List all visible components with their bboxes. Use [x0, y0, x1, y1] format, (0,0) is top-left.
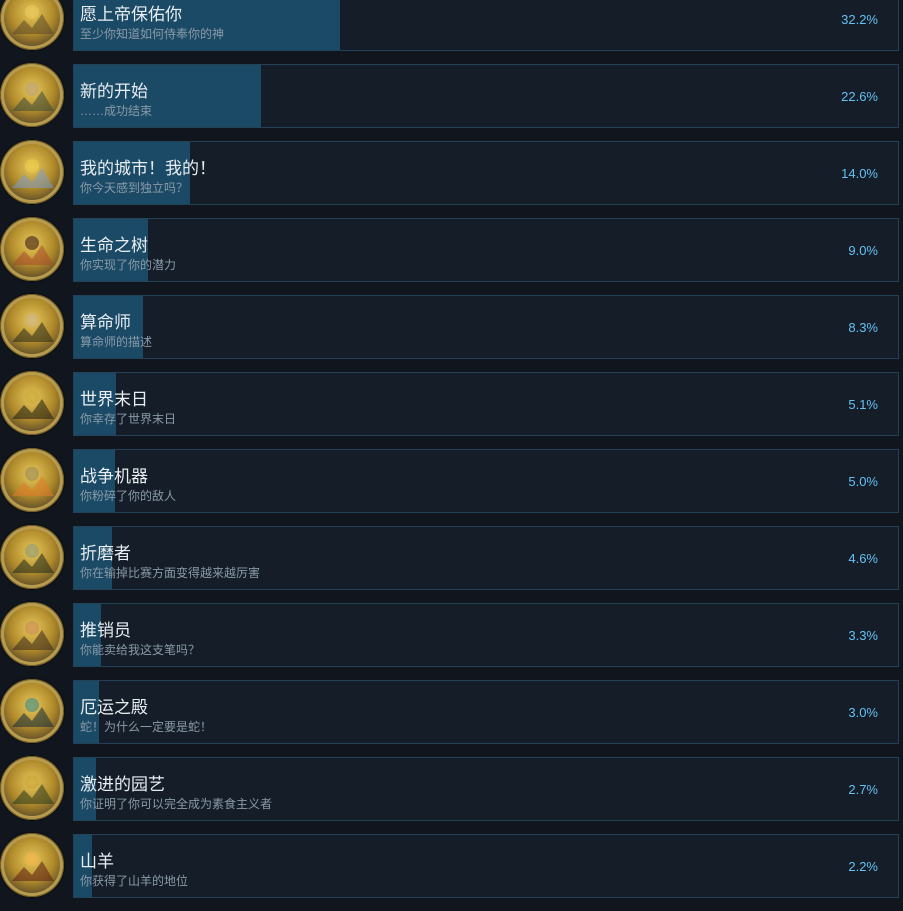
achievement-panel: 算命师算命师的描述 8.3% [73, 295, 899, 359]
achievement-panel: 山羊你获得了山羊的地位 2.2% [73, 834, 899, 898]
achievement-panel: 新的开始 ……成功结束 22.6% [73, 64, 899, 128]
achievement-description: 你粉碎了你的敌人 [80, 489, 177, 503]
golden-temple-icon [0, 0, 64, 50]
achievement-title: 我的城市！我的！ [80, 159, 216, 178]
tormentor-icon [0, 525, 64, 589]
achievement-description: 你实现了你的潜力 [80, 258, 177, 272]
achievement-title: 新的开始 [80, 82, 148, 101]
achievement-panel: 世界末日你幸存了世界末日 5.1% [73, 372, 899, 436]
achievement-title: 算命师 [80, 313, 131, 332]
achievement-row[interactable]: 折磨者你在输掉比赛方面变得越来越厉害 4.6% [0, 525, 903, 603]
achievement-row[interactable]: 世界末日你幸存了世界末日 5.1% [0, 371, 903, 449]
pyramid-icon [0, 63, 64, 127]
achievement-row[interactable]: 生命之树你实现了你的潜力 9.0% [0, 217, 903, 295]
goat-sun-icon [0, 833, 64, 897]
achievement-title: 激进的园艺 [80, 775, 165, 794]
achievement-row[interactable]: 山羊你获得了山羊的地位 2.2% [0, 833, 903, 911]
war-machine-icon [0, 448, 64, 512]
achievement-title: 战争机器 [80, 467, 148, 486]
unlock-percentage: 5.0% [848, 474, 878, 489]
achievement-row[interactable]: 算命师算命师的描述 8.3% [0, 294, 903, 372]
achievement-panel: 厄运之殿蛇！为什么一定要是蛇！ 3.0% [73, 680, 899, 744]
achievement-description: 你证明了你可以完全成为素食主义者 [80, 797, 273, 811]
unlock-percentage: 8.3% [848, 320, 878, 335]
achievement-panel: 激进的园艺你证明了你可以完全成为素食主义者 2.7% [73, 757, 899, 821]
achievement-title: 折磨者 [80, 544, 131, 563]
unlock-percentage: 32.2% [841, 12, 878, 27]
achievement-description: 至少你知道如何侍奉你的神 [80, 27, 225, 41]
achievement-title: 生命之树 [80, 236, 148, 255]
achievement-title: 推销员 [80, 621, 131, 640]
achievement-description: ……成功结束 [80, 104, 153, 118]
unlock-percentage: 4.6% [848, 551, 878, 566]
achievement-description: 你能卖给我这支笔吗？ [80, 643, 201, 657]
achievement-description: 算命师的描述 [80, 335, 153, 349]
fortune-teller-icon [0, 294, 64, 358]
temple-of-doom-icon [0, 679, 64, 743]
tree-of-life-icon [0, 217, 64, 281]
unlock-percentage: 3.0% [848, 705, 878, 720]
achievement-description: 你获得了山羊的地位 [80, 874, 189, 888]
achievement-title: 愿上帝保佑你 [80, 5, 182, 24]
achievement-description: 蛇！为什么一定要是蛇！ [80, 720, 213, 734]
unlock-percentage: 9.0% [848, 243, 878, 258]
unlock-percentage: 3.3% [848, 628, 878, 643]
achievement-row[interactable]: 推销员你能卖给我这支笔吗？ 3.3% [0, 602, 903, 680]
achievement-list: 愿上帝保佑你 至少你知道如何侍奉你的神 32.2% 新的开始 ……成功结束 22.6% … [0, 0, 903, 901]
achievement-title: 山羊 [80, 852, 114, 871]
achievement-row[interactable]: 愿上帝保佑你至少你知道如何侍奉你的神 32.2% [0, 0, 903, 64]
unlock-percentage: 2.7% [848, 782, 878, 797]
achievement-panel: 愿上帝保佑你至少你知道如何侍奉你的神 32.2% [73, 0, 899, 51]
golden-field-icon [0, 140, 64, 204]
achievement-description: 你幸存了世界末日 [80, 412, 177, 426]
achievement-panel: 推销员你能卖给我这支笔吗？ 3.3% [73, 603, 899, 667]
unlock-percentage: 5.1% [848, 397, 878, 412]
achievement-row[interactable]: 激进的园艺你证明了你可以完全成为素食主义者 2.7% [0, 756, 903, 834]
achievement-row[interactable]: 我的城市！我的！ 你今天感到独立吗？ 14.0% [0, 140, 903, 218]
doomsday-icon [0, 371, 64, 435]
gardening-icon [0, 756, 64, 820]
achievement-row[interactable]: 厄运之殿蛇！为什么一定要是蛇！ 3.0% [0, 679, 903, 757]
achievement-panel: 生命之树你实现了你的潜力 9.0% [73, 218, 899, 282]
unlock-percentage: 14.0% [841, 166, 878, 181]
achievement-panel: 折磨者你在输掉比赛方面变得越来越厉害 4.6% [73, 526, 899, 590]
handshake-icon [0, 602, 64, 666]
achievement-description: 你今天感到独立吗？ [80, 181, 189, 195]
achievement-title: 厄运之殿 [80, 698, 148, 717]
achievement-row[interactable]: 新的开始 ……成功结束 22.6% [0, 63, 903, 141]
unlock-percentage: 2.2% [848, 859, 878, 874]
achievement-row[interactable]: 战争机器你粉碎了你的敌人 5.0% [0, 448, 903, 526]
achievement-title: 世界末日 [80, 390, 148, 409]
achievement-panel: 我的城市！我的！ 你今天感到独立吗？ 14.0% [73, 141, 899, 205]
achievement-panel: 战争机器你粉碎了你的敌人 5.0% [73, 449, 899, 513]
unlock-percentage: 22.6% [841, 89, 878, 104]
achievement-description: 你在输掉比赛方面变得越来越厉害 [80, 566, 261, 580]
